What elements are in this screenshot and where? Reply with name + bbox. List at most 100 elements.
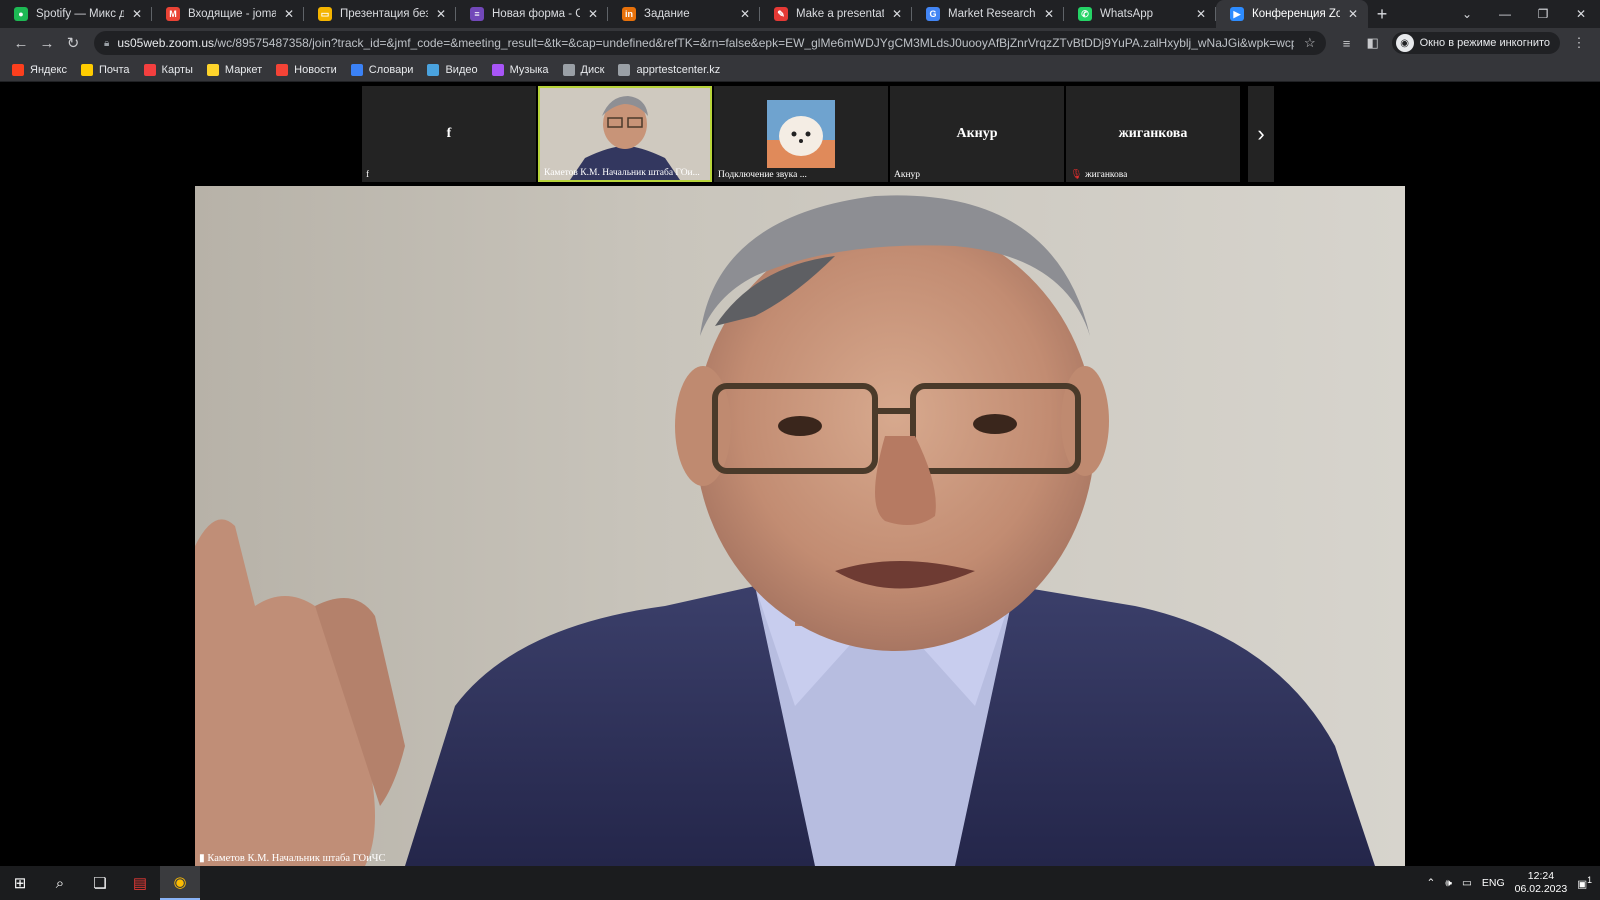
bookmark-item[interactable]: Яндекс	[12, 63, 67, 76]
new-tab-button[interactable]: +	[1368, 0, 1396, 28]
incognito-indicator[interactable]: ◉ Окно в режиме инкогнито	[1391, 32, 1560, 54]
tab-label: Входящие - jomartov	[188, 8, 276, 20]
participant-name-label: Каметов К.М. Начальник штаба ГОи...	[544, 168, 700, 178]
task-icon: in	[622, 7, 636, 21]
bookmark-favicon-icon	[618, 63, 631, 76]
back-button[interactable]: ←	[8, 30, 34, 56]
participant-initial: f	[446, 126, 452, 141]
bookmark-favicon-icon	[491, 63, 504, 76]
browser-tab[interactable]: ● Spotify — Микс дня # ✕	[0, 0, 152, 28]
restore-button[interactable]: ❐	[1524, 7, 1562, 21]
incognito-icon: ◉	[1395, 34, 1414, 52]
tab-close-icon[interactable]: ✕	[1042, 7, 1056, 21]
network-icon[interactable]: ▭	[1462, 877, 1472, 889]
bookmark-favicon-icon	[350, 63, 363, 76]
participant-tile[interactable]: Подключение звука ...	[714, 86, 888, 182]
forward-button[interactable]: →	[34, 30, 60, 56]
participant-name-label: 🎙︎ жиганкова	[1070, 169, 1127, 180]
tab-search-icon[interactable]: ⌄	[1448, 7, 1486, 21]
tab-close-icon[interactable]: ✕	[282, 7, 296, 21]
language-indicator[interactable]: ENG	[1482, 877, 1505, 889]
bookmark-label: Яндекс	[30, 63, 67, 76]
bookmark-item[interactable]: Диск	[562, 63, 605, 76]
browser-tab[interactable]: ▶ Конференция Zoom ✕	[1216, 0, 1368, 28]
gmail-icon: M	[166, 7, 180, 21]
bookmark-item[interactable]: Карты	[143, 63, 193, 76]
speaker-video-frame	[195, 195, 1375, 866]
participant-name: f	[366, 170, 370, 180]
active-speaker-label: ▮ Каметов К.М. Начальник штаба ГОиЧС	[199, 852, 386, 864]
bookmark-favicon-icon	[206, 63, 219, 76]
participant-avatar	[767, 100, 835, 168]
participant-tile[interactable]: Каметов К.М. Начальник штаба ГОи...	[538, 86, 712, 182]
tab-close-icon[interactable]: ✕	[434, 7, 448, 21]
clock-date: 06.02.2023	[1514, 883, 1568, 895]
media-controls-icon[interactable]: ≡	[1334, 36, 1360, 51]
bookmark-item[interactable]: apprtestcenter.kz	[618, 63, 720, 76]
participant-initial: жиганкова	[1118, 126, 1188, 141]
tab-close-icon[interactable]: ✕	[130, 7, 144, 21]
bookmark-favicon-icon	[12, 63, 24, 76]
bookmark-item[interactable]: Маркет	[206, 63, 262, 76]
bookmark-item[interactable]: Почта	[81, 63, 130, 76]
bookmark-label: Словари	[368, 63, 414, 76]
bookmark-label: Почта	[99, 63, 130, 76]
tray-expand-icon[interactable]: ⌃	[1427, 877, 1436, 889]
participant-name: Каметов К.М. Начальник штаба ГОи...	[544, 168, 700, 178]
gallery-next-button[interactable]: ›	[1248, 86, 1274, 182]
volume-icon[interactable]: 🕪︎	[1445, 877, 1452, 890]
pdf-app-icon[interactable]: ▤	[120, 866, 160, 900]
bookmark-label: Диск	[580, 63, 605, 76]
zoom-meeting: ff Каметов К.М. Начальник штаба ГОи... П…	[0, 84, 1600, 866]
close-window-button[interactable]: ✕	[1562, 7, 1600, 21]
participant-tile[interactable]: Акнур Акнур	[890, 86, 1064, 182]
tab-close-icon[interactable]: ✕	[1346, 7, 1360, 21]
address-bar[interactable]: 🔒︎ us05web.zoom.us /wc/89575487358/join?…	[94, 31, 1326, 55]
participant-name: Акнур	[894, 170, 921, 180]
search-icon[interactable]: ⌕	[40, 866, 80, 900]
bookmark-star-icon[interactable]: ☆	[1294, 35, 1316, 51]
participant-tile[interactable]: жиганкова 🎙︎ жиганкова	[1066, 86, 1240, 182]
muted-mic-icon: 🎙︎	[1070, 170, 1083, 180]
url-host: us05web.zoom.us	[117, 36, 215, 50]
bookmark-item[interactable]: Словари	[350, 63, 414, 76]
lock-icon: 🔒︎	[104, 37, 110, 49]
notifications-icon[interactable]: ▣1	[1577, 875, 1592, 891]
side-panel-icon[interactable]: ◧	[1360, 35, 1386, 51]
minimize-button[interactable]: —	[1486, 7, 1524, 21]
tab-close-icon[interactable]: ✕	[890, 7, 904, 21]
reload-button[interactable]: ↻	[60, 30, 86, 56]
browser-tab[interactable]: ≡ Новая форма - Googl ✕	[456, 0, 608, 28]
incognito-label: Окно в режиме инкогнито	[1419, 37, 1550, 49]
clock[interactable]: 12:24 06.02.2023	[1515, 870, 1568, 896]
active-speaker-name: Каметов К.М. Начальник штаба ГОиЧС	[207, 853, 386, 864]
tab-close-icon[interactable]: ✕	[1194, 7, 1208, 21]
participant-name: жиганкова	[1085, 170, 1128, 180]
browser-tab[interactable]: M Входящие - jomartov ✕	[152, 0, 304, 28]
chrome-app-icon[interactable]: ◉	[160, 866, 200, 900]
participant-name-label: Акнур	[894, 170, 920, 180]
bookmark-label: Видео	[445, 63, 478, 76]
bookmarks-bar: Яндекс Почта Карты Маркет Новости Словари Виде…	[0, 58, 1600, 82]
tab-close-icon[interactable]: ✕	[586, 7, 600, 21]
bookmark-item[interactable]: Новости	[276, 63, 337, 76]
bookmark-favicon-icon	[276, 63, 289, 76]
tab-label: Презентация без наз	[340, 8, 428, 20]
tab-close-icon[interactable]: ✕	[738, 7, 752, 21]
system-tray: ⌃ 🕪︎ ▭ ENG 12:24 06.02.2023 ▣1	[1427, 870, 1600, 896]
browser-tab[interactable]: G Market Research Repo ✕	[912, 0, 1064, 28]
bookmark-item[interactable]: Музыка	[491, 63, 549, 76]
browser-tab[interactable]: ✎ Make a presentation c ✕	[760, 0, 912, 28]
tab-label: Новая форма - Googl	[492, 8, 580, 20]
menu-icon[interactable]: ⋮	[1566, 35, 1592, 51]
windows-start-icon[interactable]: ⊞	[0, 866, 40, 900]
browser-tab[interactable]: ✆ WhatsApp ✕	[1064, 0, 1216, 28]
browser-tab[interactable]: ▭ Презентация без наз ✕	[304, 0, 456, 28]
participant-tile[interactable]: ff	[362, 86, 536, 182]
bookmark-item[interactable]: Видео	[427, 63, 478, 76]
browser-tab[interactable]: in Задание ✕	[608, 0, 760, 28]
task-view-icon[interactable]: ❏	[80, 866, 120, 900]
bookmark-label: Музыка	[509, 63, 549, 76]
signal-icon: ▮	[199, 853, 205, 864]
bookmark-favicon-icon	[427, 63, 440, 76]
